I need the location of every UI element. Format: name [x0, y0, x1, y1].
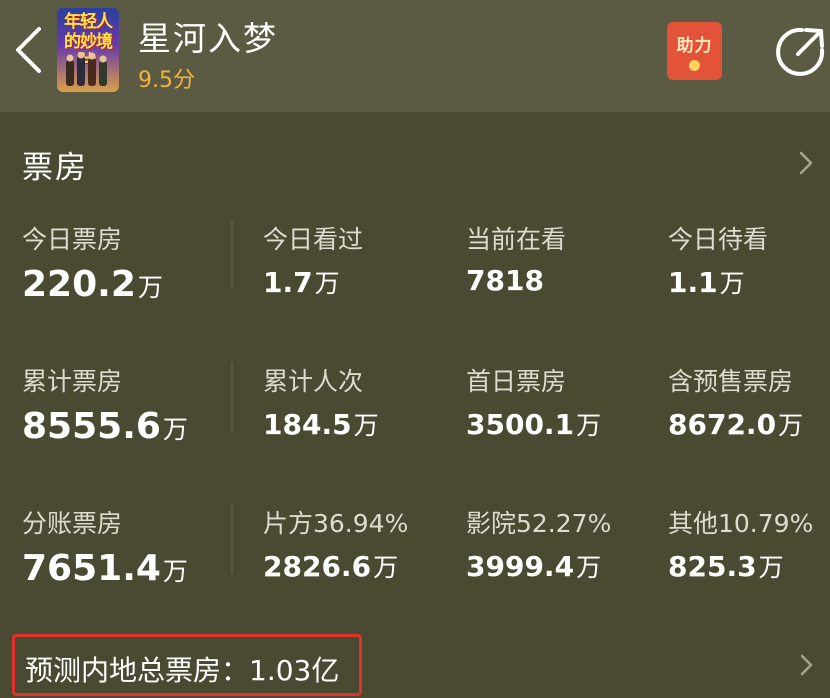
stat-split-box-office[interactable]: 分账票房 7651.4万	[22, 504, 222, 589]
stat-label: 首日票房	[466, 367, 567, 396]
box-office-section: 票房 今日票房 220.2万 今日看过 1.7万 当前在看 7818 今日待看 …	[0, 112, 830, 698]
stat-value: 825.3万	[668, 550, 784, 583]
stat-label: 当前在看	[466, 225, 567, 254]
stat-value: 3500.1万	[466, 408, 602, 441]
stat-today-box-office[interactable]: 今日票房 220.2万	[22, 220, 222, 305]
stats-grid: 今日票房 220.2万 今日看过 1.7万 当前在看 7818 今日待看 1.1…	[0, 112, 830, 698]
chevron-left-icon	[16, 27, 41, 73]
coin-icon	[689, 60, 700, 71]
stat-box-office-with-presale[interactable]: 含预售票房 8672.0万	[668, 362, 830, 442]
back-button[interactable]	[8, 22, 48, 78]
chevron-right-icon[interactable]	[798, 653, 816, 677]
stat-total-box-office[interactable]: 累计票房 8555.6万	[22, 362, 222, 447]
stat-value: 8672.0万	[668, 408, 804, 441]
stat-label: 今日待看	[668, 225, 769, 254]
stat-label: 分账票房	[22, 509, 123, 538]
movie-title: 星河入梦	[138, 19, 278, 58]
stat-value: 7818	[466, 264, 544, 297]
stat-value: 184.5万	[263, 408, 379, 441]
stat-label: 片方36.94%	[263, 509, 409, 538]
share-button[interactable]	[772, 24, 828, 80]
forecast-highlight[interactable]: 预测内地总票房：1.03亿	[12, 634, 362, 696]
stat-label: 累计票房	[22, 367, 123, 396]
stat-value: 8555.6万	[22, 406, 188, 447]
stat-value: 220.2万	[22, 264, 163, 305]
stat-cinema-share[interactable]: 影院52.27% 3999.4万	[466, 504, 666, 584]
stat-value: 1.7万	[263, 266, 340, 299]
stat-label: 其他10.79%	[668, 509, 814, 538]
boost-button[interactable]: 助力	[667, 22, 722, 80]
stat-today-watched[interactable]: 今日看过 1.7万	[263, 220, 463, 300]
share-icon	[776, 27, 825, 76]
stat-opening-day-box-office[interactable]: 首日票房 3500.1万	[466, 362, 666, 442]
stat-value: 7651.4万	[22, 548, 188, 589]
stat-total-admissions[interactable]: 累计人次 184.5万	[263, 362, 463, 442]
stat-value: 1.1万	[668, 266, 745, 299]
stat-label: 今日看过	[263, 225, 364, 254]
stat-other-share[interactable]: 其他10.79% 825.3万	[668, 504, 830, 584]
movie-poster[interactable]: 年轻人的妙境片	[57, 8, 119, 92]
stat-label: 影院52.27%	[466, 509, 612, 538]
stat-label: 含预售票房	[668, 367, 794, 396]
poster-figures-image	[66, 52, 107, 86]
stat-label: 今日票房	[22, 225, 123, 254]
movie-score: 9.5分	[138, 68, 195, 93]
boost-label: 助力	[676, 36, 713, 56]
stat-value: 2826.6万	[263, 550, 399, 583]
stat-label: 累计人次	[263, 367, 364, 396]
stat-value: 3999.4万	[466, 550, 602, 583]
stat-today-to-watch[interactable]: 今日待看 1.1万	[668, 220, 830, 300]
stat-now-watching[interactable]: 当前在看 7818	[466, 220, 666, 297]
movie-header: 年轻人的妙境片 星河入梦 9.5分 助力	[0, 0, 830, 112]
forecast-total-box-office: 预测内地总票房：1.03亿	[25, 654, 340, 687]
stat-producer-share[interactable]: 片方36.94% 2826.6万	[263, 504, 463, 584]
